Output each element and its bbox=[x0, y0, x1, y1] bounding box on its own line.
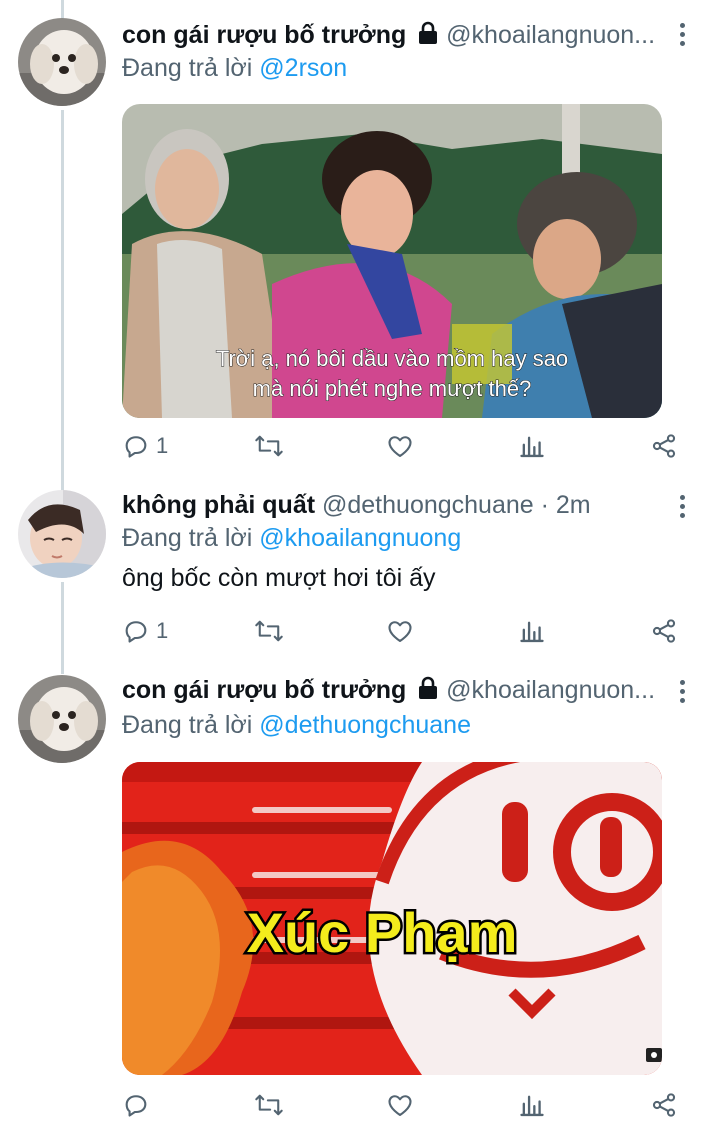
views-button[interactable] bbox=[518, 1089, 546, 1121]
display-name[interactable]: không phải quất bbox=[122, 491, 315, 519]
avatar[interactable] bbox=[18, 490, 106, 578]
more-icon[interactable] bbox=[672, 492, 692, 520]
reply-prefix: Đang trả lời bbox=[122, 524, 253, 552]
lock-icon bbox=[417, 676, 439, 707]
retweet-button[interactable] bbox=[254, 1089, 284, 1121]
media-caption-line2: mà nói phét nghe mượt thế? bbox=[253, 376, 532, 401]
like-button[interactable] bbox=[386, 430, 414, 462]
reply-button[interactable]: 1 bbox=[122, 430, 168, 462]
reply-prefix: Đang trả lời bbox=[122, 711, 253, 739]
media-caption: Xúc Phạm bbox=[247, 901, 518, 964]
reply-icon bbox=[125, 436, 147, 458]
tweet[interactable]: không phải quất @dethuongchuane · 2m Đan… bbox=[0, 470, 720, 660]
share-icon bbox=[652, 1093, 676, 1117]
share-button[interactable] bbox=[650, 615, 678, 647]
tweet-header: con gái rượu bố trưởng @khoailangnuon... bbox=[122, 20, 655, 52]
tweet[interactable]: con gái rượu bố trưởng @khoailangnuon...… bbox=[0, 0, 720, 480]
like-icon bbox=[388, 436, 412, 457]
avatar[interactable] bbox=[18, 675, 106, 763]
like-icon bbox=[388, 621, 412, 642]
like-icon bbox=[388, 1095, 412, 1116]
reply-context: Đang trả lời @dethuongchuane bbox=[122, 710, 471, 740]
share-button[interactable] bbox=[650, 1089, 678, 1121]
gif-badge bbox=[646, 1048, 662, 1062]
views-icon bbox=[520, 621, 544, 643]
reply-count: 1 bbox=[156, 433, 169, 458]
views-button[interactable] bbox=[518, 430, 546, 462]
action-bar: 1 bbox=[122, 615, 682, 647]
reply-mention[interactable]: @2rson bbox=[259, 54, 347, 82]
tweet[interactable]: con gái rượu bố trưởng @khoailangnuon...… bbox=[0, 655, 720, 1127]
views-icon bbox=[520, 436, 544, 458]
tweet-header: con gái rượu bố trưởng @khoailangnuon... bbox=[122, 675, 655, 707]
share-icon bbox=[652, 619, 676, 643]
share-button[interactable] bbox=[650, 430, 678, 462]
reply-context: Đang trả lời @2rson bbox=[122, 53, 347, 83]
retweet-icon bbox=[255, 1094, 283, 1116]
avatar[interactable] bbox=[18, 18, 106, 106]
timestamp[interactable]: · 2m bbox=[541, 491, 591, 519]
tweet-header: không phải quất @dethuongchuane · 2m bbox=[122, 490, 591, 520]
reply-icon bbox=[125, 1095, 147, 1117]
reply-mention[interactable]: @dethuongchuane bbox=[259, 711, 471, 739]
reply-mention[interactable]: @khoailangnuong bbox=[259, 524, 461, 552]
views-button[interactable] bbox=[518, 615, 546, 647]
retweet-icon bbox=[255, 435, 283, 457]
like-button[interactable] bbox=[386, 615, 414, 647]
media-image: Xúc Phạm bbox=[122, 762, 662, 1075]
more-icon[interactable] bbox=[672, 677, 692, 705]
media-image: Trời ạ, nó bôi dầu vào mồm hay sao mà nó… bbox=[122, 104, 662, 418]
reply-prefix: Đang trả lời bbox=[122, 54, 253, 82]
display-name[interactable]: con gái rượu bố trưởng bbox=[122, 21, 406, 49]
tweet-text: ông bốc còn mượt hơi tôi ấy bbox=[122, 564, 436, 592]
reply-count: 1 bbox=[156, 618, 169, 643]
reply-icon bbox=[125, 621, 147, 643]
display-name[interactable]: con gái rượu bố trưởng bbox=[122, 676, 406, 704]
retweet-icon bbox=[255, 620, 283, 642]
share-icon bbox=[652, 434, 676, 458]
tweet-media[interactable]: Xúc Phạm bbox=[122, 762, 662, 1075]
reply-button[interactable]: 1 bbox=[122, 615, 168, 647]
reply-context: Đang trả lời @khoailangnuong bbox=[122, 523, 461, 553]
tweet-media[interactable]: Trời ạ, nó bôi dầu vào mồm hay sao mà nó… bbox=[122, 104, 662, 418]
action-bar: 1 bbox=[122, 430, 682, 462]
lock-icon bbox=[417, 21, 439, 52]
retweet-button[interactable] bbox=[254, 430, 284, 462]
handle[interactable]: @dethuongchuane bbox=[322, 491, 534, 519]
more-icon[interactable] bbox=[672, 20, 692, 48]
retweet-button[interactable] bbox=[254, 615, 284, 647]
handle[interactable]: @khoailangnuon... bbox=[446, 676, 655, 704]
media-caption-line1: Trời ạ, nó bôi dầu vào mồm hay sao bbox=[216, 346, 568, 371]
views-icon bbox=[520, 1095, 544, 1117]
like-button[interactable] bbox=[386, 1089, 414, 1121]
reply-button[interactable] bbox=[122, 1089, 156, 1121]
handle[interactable]: @khoailangnuon... bbox=[446, 21, 655, 49]
action-bar bbox=[122, 1089, 682, 1121]
